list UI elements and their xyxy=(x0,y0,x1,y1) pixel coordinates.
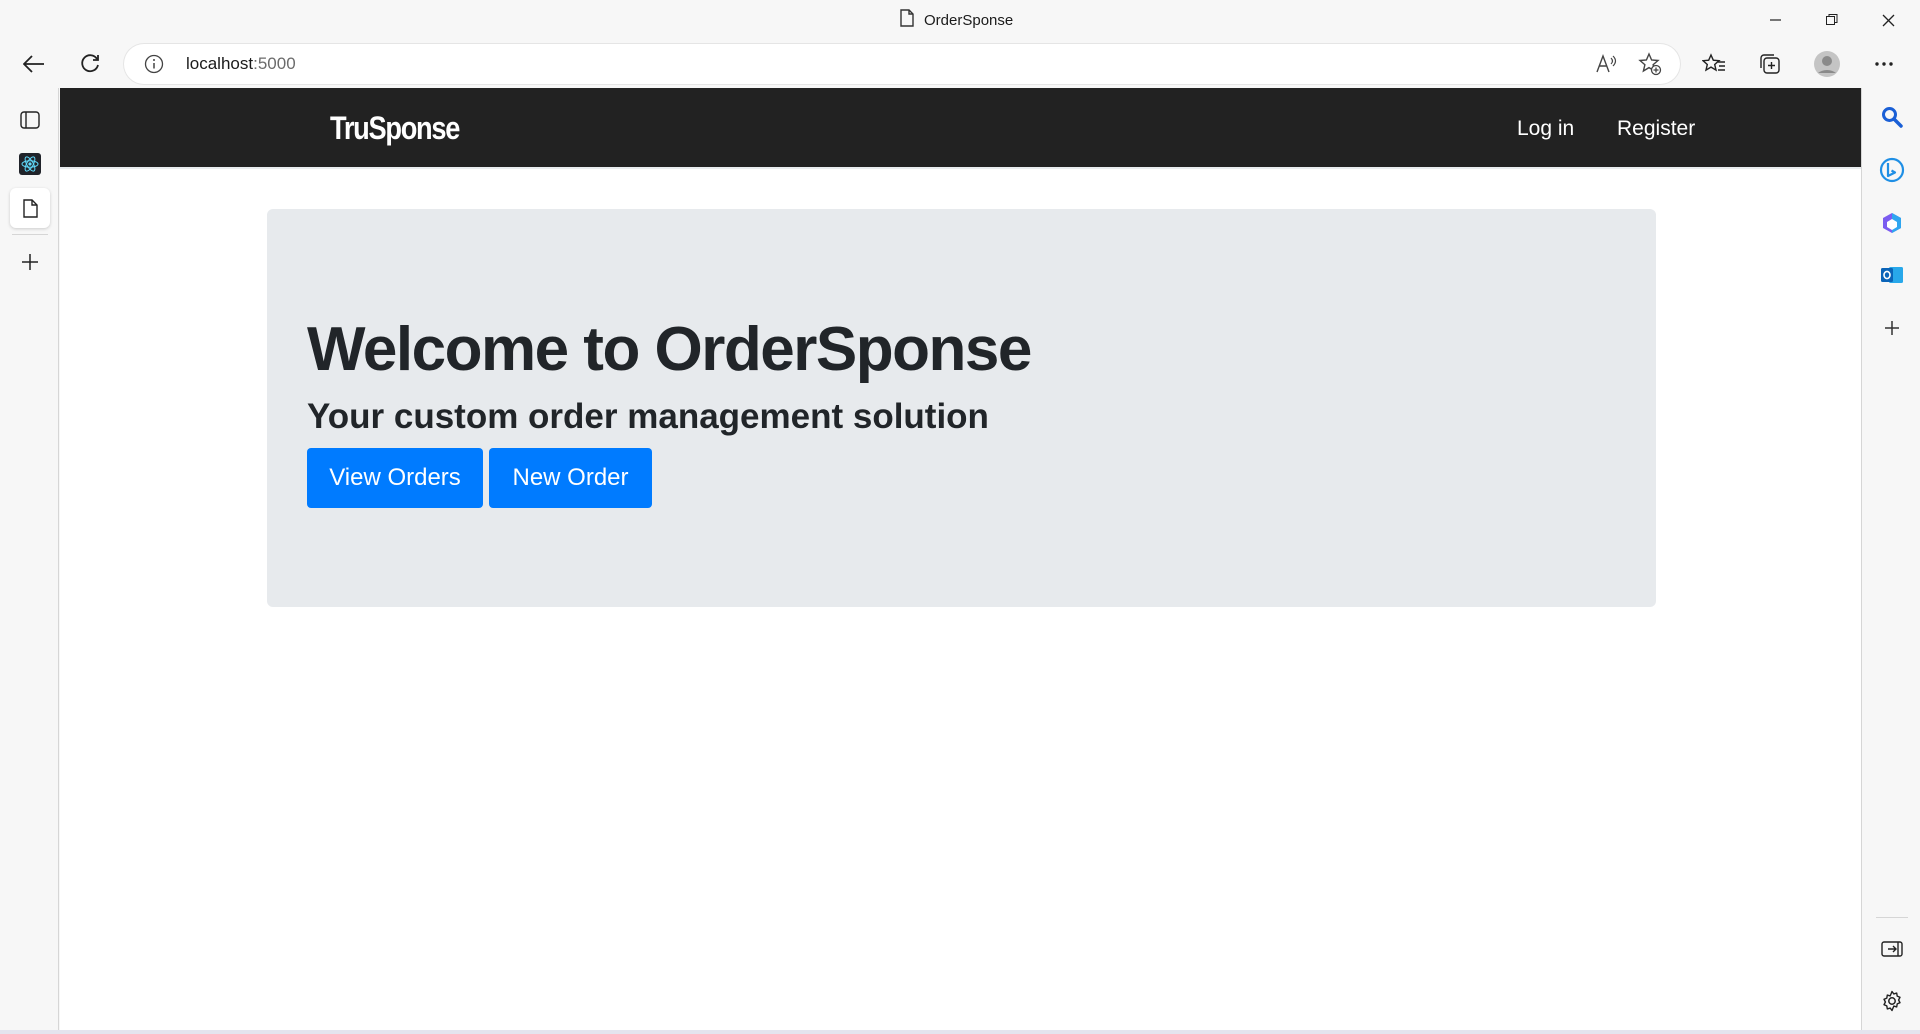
page-icon xyxy=(900,9,914,31)
refresh-button[interactable] xyxy=(72,46,108,82)
address-bar[interactable]: localhost:5000 xyxy=(124,44,1680,84)
outlook-icon xyxy=(1881,267,1903,283)
page-icon xyxy=(22,198,38,218)
more-button[interactable] xyxy=(1866,46,1902,82)
bing-icon xyxy=(1879,157,1905,183)
vertical-tab-strip xyxy=(0,88,59,1034)
favorites-icon xyxy=(1702,53,1725,72)
close-window-button[interactable] xyxy=(1860,0,1916,40)
new-tab-button[interactable] xyxy=(10,242,50,282)
login-link[interactable]: Log in xyxy=(1507,109,1584,149)
sidebar-collapse-icon xyxy=(1881,941,1903,957)
tab-strip-divider xyxy=(12,234,48,235)
add-favorite-icon[interactable] xyxy=(1638,52,1662,76)
restore-button[interactable] xyxy=(1804,0,1860,40)
tab-actions-button[interactable] xyxy=(10,100,50,140)
address-port: :5000 xyxy=(253,54,296,73)
tab-react-devtools[interactable] xyxy=(10,144,50,184)
window-bottom-edge xyxy=(0,1030,1920,1034)
back-arrow-icon xyxy=(23,55,44,73)
favorites-button[interactable] xyxy=(1696,46,1732,82)
minimize-button[interactable] xyxy=(1748,0,1804,40)
collections-icon xyxy=(1760,54,1780,74)
browser-toolbar: localhost:5000 xyxy=(0,40,1920,88)
page-viewport: TruSponse Log in Register Welcome to Ord… xyxy=(60,88,1861,1034)
hero-subtitle: Your custom order management solution xyxy=(307,397,989,436)
office-sidebar-button[interactable] xyxy=(1873,204,1911,242)
new-order-button[interactable]: New Order xyxy=(489,448,652,508)
address-text[interactable]: localhost:5000 xyxy=(186,54,296,74)
outlook-sidebar-button[interactable] xyxy=(1873,256,1911,294)
hero-panel: Welcome to OrderSponse Your custom order… xyxy=(267,209,1656,607)
add-sidebar-app-button[interactable] xyxy=(1873,309,1911,347)
plus-icon xyxy=(1885,321,1899,335)
tab-title-text: OrderSponse xyxy=(924,11,1014,29)
site-navbar: TruSponse Log in Register xyxy=(60,88,1861,169)
window-titlebar: OrderSponse xyxy=(0,0,1920,40)
more-icon xyxy=(1875,62,1893,66)
view-orders-button[interactable]: View Orders xyxy=(307,448,483,508)
collections-button[interactable] xyxy=(1752,46,1788,82)
tab-actions-icon xyxy=(20,111,40,129)
sidebar-divider xyxy=(1876,917,1908,918)
tab-ordersponse[interactable] xyxy=(10,188,50,228)
hide-sidebar-button[interactable] xyxy=(1873,930,1911,968)
sidebar-settings-button[interactable] xyxy=(1873,982,1911,1020)
gear-icon xyxy=(1883,990,1901,1012)
register-link[interactable]: Register xyxy=(1607,109,1705,149)
info-icon[interactable] xyxy=(144,54,164,74)
profile-button[interactable] xyxy=(1809,46,1845,82)
read-aloud-icon[interactable] xyxy=(1594,52,1618,76)
refresh-icon xyxy=(81,54,99,73)
react-icon xyxy=(19,153,41,175)
plus-icon xyxy=(22,254,38,270)
profile-icon xyxy=(1814,51,1840,77)
brand-logo[interactable]: TruSponse xyxy=(330,110,460,147)
bing-chat-button[interactable] xyxy=(1873,151,1911,189)
back-button[interactable] xyxy=(16,46,52,82)
tab-title[interactable]: OrderSponse xyxy=(900,9,1014,31)
hero-title: Welcome to OrderSponse xyxy=(307,315,1032,384)
search-sidebar-button[interactable] xyxy=(1873,98,1911,136)
edge-sidebar xyxy=(1861,88,1920,1034)
search-icon xyxy=(1882,107,1903,128)
address-host: localhost xyxy=(186,54,254,73)
office-icon xyxy=(1883,213,1901,233)
